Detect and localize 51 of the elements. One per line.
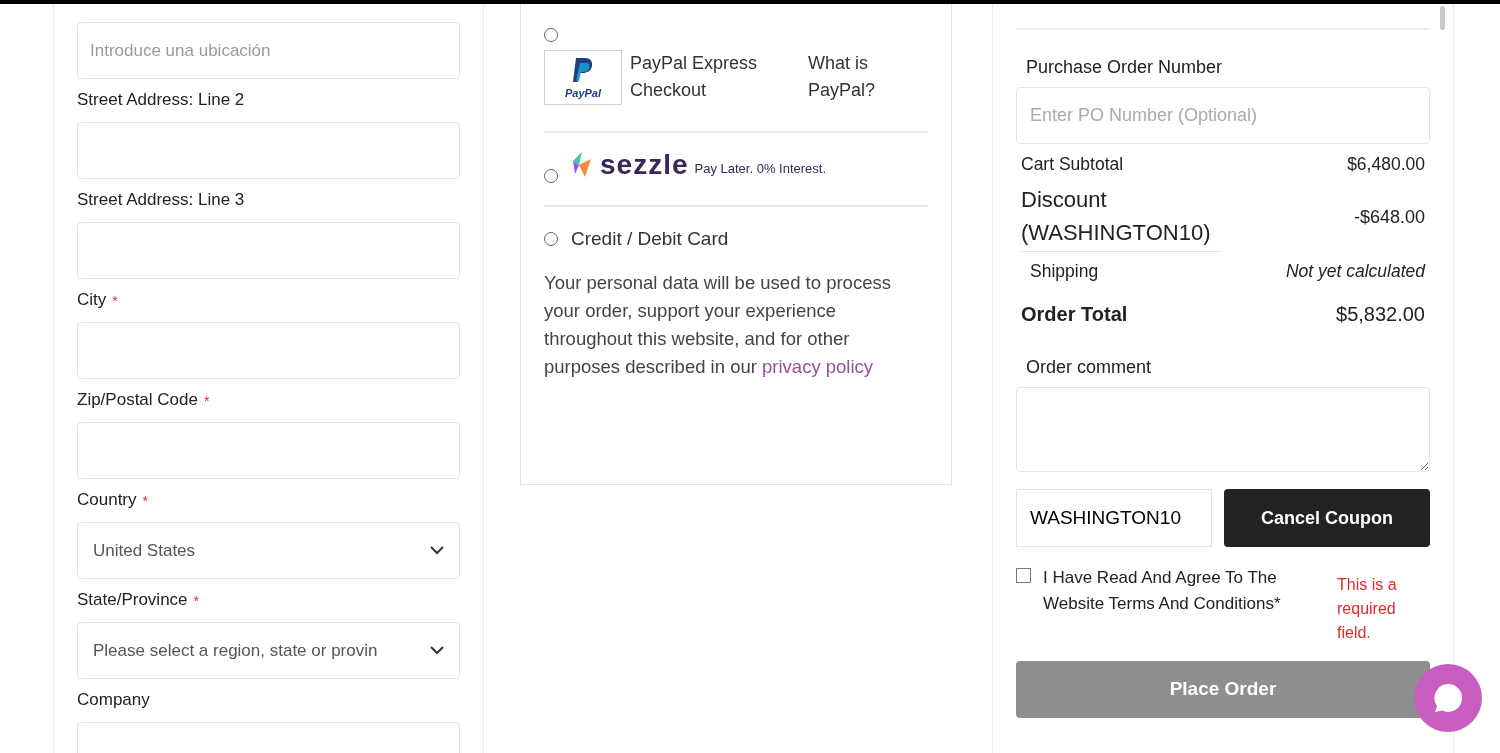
chevron-down-icon: [430, 546, 444, 555]
terms-label: I Have Read And Agree To The Website Terms And Conditions*: [1043, 567, 1282, 615]
totals-label: Order Total: [1021, 302, 1128, 327]
input-field[interactable]: [77, 422, 460, 479]
required-mark: *: [112, 292, 118, 311]
coupon-field[interactable]: WASHINGTON10: [1016, 489, 1212, 547]
select-field[interactable]: United States: [77, 522, 460, 579]
sezzle-wordmark: sezzle: [600, 151, 689, 179]
cancel-coupon-button[interactable]: Cancel Coupon: [1224, 489, 1430, 547]
privacy-notice: Your personal data will be used to process your order, support your experience throughout this website, and for other purposes described in our privacy policy: [544, 271, 892, 379]
radio-button[interactable]: [544, 28, 558, 42]
chat-bubble-icon: [1431, 681, 1465, 715]
field-label: Zip/Postal Code: [77, 388, 198, 411]
select-field[interactable]: Please select a region, state or provin: [77, 622, 460, 679]
chevron-down-icon: [430, 646, 444, 655]
totals-value: $5,832.00: [1336, 302, 1425, 327]
sezzle-tagline: Pay Later. 0% Interest.: [694, 159, 827, 178]
error-message: This is a required field.: [1337, 575, 1398, 643]
location-field[interactable]: Introduce una ubicación: [77, 22, 460, 79]
po-number-label: Purchase Order Number: [1026, 56, 1224, 79]
payment-method-label: Credit / Debit Card: [571, 226, 729, 251]
input-field[interactable]: [77, 322, 460, 379]
required-mark: *: [193, 592, 199, 611]
radio-button[interactable]: [544, 169, 558, 183]
order-comment-label: Order comment: [1026, 356, 1153, 379]
order-comment-field[interactable]: [1016, 387, 1430, 472]
privacy-policy-link[interactable]: privacy policy: [762, 356, 874, 377]
paypal-logo: PayPal: [544, 50, 622, 105]
totals-value: -$648.00: [1353, 205, 1425, 229]
totals-label: Cart Subtotal: [1021, 152, 1124, 176]
input-field[interactable]: [77, 122, 460, 179]
scrollbar-thumb: [1440, 6, 1445, 30]
radio-button[interactable]: [544, 232, 558, 246]
what-is-paypal-link[interactable]: What is PayPal?: [808, 50, 898, 104]
po-number-field[interactable]: Enter PO Number (Optional): [1016, 87, 1430, 144]
field-label: City: [77, 288, 107, 311]
field-label: Company: [77, 688, 150, 711]
field-label: Street Address: Line 3: [77, 188, 245, 211]
totals-label: Shipping: [1030, 259, 1099, 283]
required-mark: *: [142, 492, 148, 511]
sezzle-logo-icon: [570, 151, 594, 179]
payment-method-label: PayPal Express Checkout: [630, 52, 759, 102]
totals-value: Not yet calculated: [1285, 259, 1425, 283]
totals-value: $6,480.00: [1347, 152, 1425, 176]
field-label: Country: [77, 488, 137, 511]
field-label: Street Address: Line 2: [77, 88, 245, 111]
totals-label: Discount (WASHINGTON10): [1021, 182, 1221, 252]
input-field[interactable]: [77, 222, 460, 279]
terms-checkbox[interactable]: [1016, 568, 1031, 583]
required-mark: *: [203, 392, 210, 411]
field-label: State/Province: [77, 588, 188, 611]
